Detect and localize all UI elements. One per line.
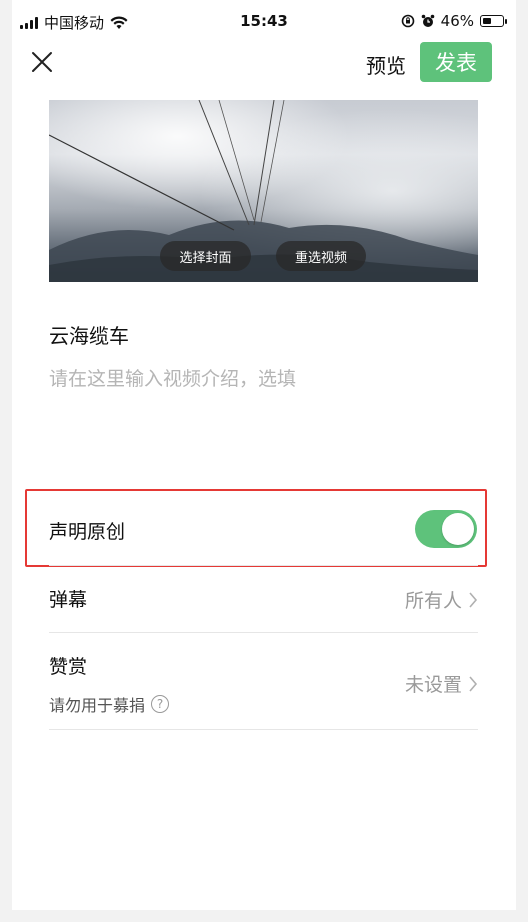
nav-bar: 预览 发表 [12, 42, 516, 88]
battery-fill [483, 18, 491, 24]
reward-label: 赞赏 [49, 656, 88, 678]
battery-icon [480, 15, 507, 27]
danmaku-label: 弹幕 [49, 589, 88, 611]
publish-button[interactable]: 发表 [420, 42, 492, 82]
reselect-video-button[interactable]: 重选视频 [276, 241, 366, 271]
choose-cover-button[interactable]: 选择封面 [160, 241, 251, 271]
divider [49, 632, 478, 633]
reward-sublabel: 请勿用于募捐 ? [49, 692, 170, 716]
close-icon[interactable] [30, 50, 54, 74]
alarm-icon [421, 14, 434, 27]
preview-button[interactable]: 预览 [366, 50, 406, 79]
chevron-right-icon [469, 591, 478, 608]
toggle-knob [442, 513, 474, 545]
help-icon[interactable]: ? [151, 695, 170, 713]
status-right: 46% [401, 12, 507, 30]
phone-screen: 中国移动 15:43 46% 预览 发表 选择封面 重选视频 云海缆车 请在这里… [12, 0, 516, 910]
original-label: 声明原创 [49, 521, 126, 543]
chevron-right-icon [469, 675, 478, 692]
reward-value-text: 未设置 [404, 674, 462, 696]
divider [49, 729, 478, 730]
rotation-lock-icon [401, 14, 414, 28]
divider [49, 565, 478, 566]
original-toggle[interactable] [415, 510, 477, 548]
reward-value[interactable]: 未设置 [405, 670, 478, 697]
status-bar: 中国移动 15:43 46% [12, 0, 516, 44]
danmaku-value[interactable]: 所有人 [405, 586, 478, 613]
video-title[interactable]: 云海缆车 [49, 320, 129, 349]
battery-percent: 46% [440, 12, 474, 30]
reward-sublabel-text: 请勿用于募捐 [49, 696, 146, 715]
danmaku-value-text: 所有人 [404, 590, 462, 612]
description-input[interactable]: 请在这里输入视频介绍，选填 [49, 364, 296, 391]
cover-image [49, 100, 478, 282]
video-cover[interactable]: 选择封面 重选视频 [49, 100, 478, 282]
